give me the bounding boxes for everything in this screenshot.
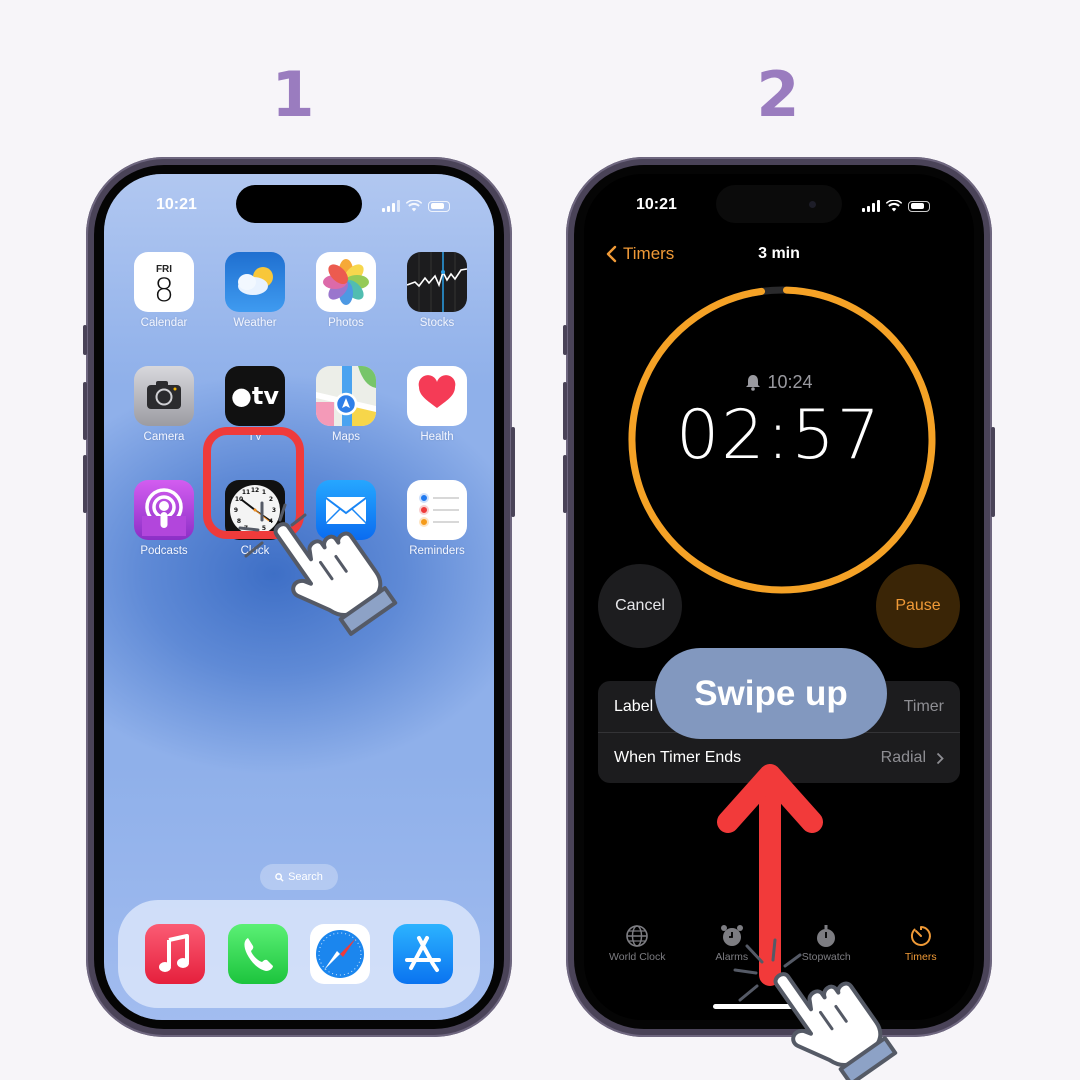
status-bar: 10:21 <box>104 196 494 220</box>
mail-icon <box>316 480 376 540</box>
app-label: Health <box>420 431 454 443</box>
svg-text:5: 5 <box>262 525 266 532</box>
svg-text:1: 1 <box>262 489 266 496</box>
app-health[interactable]: Health <box>407 366 467 443</box>
search-icon <box>275 872 284 882</box>
calendar-icon: FRI 8 <box>134 252 194 312</box>
status-time: 10:21 <box>636 196 677 213</box>
app-label: Stocks <box>419 317 455 329</box>
app-store-icon[interactable] <box>392 924 453 984</box>
health-icon <box>407 366 467 426</box>
alarm-clock-icon <box>720 925 743 946</box>
app-label: Maps <box>331 431 361 443</box>
app-label: Weather <box>233 317 277 329</box>
phone-home-screen: 10:21 FRI 8 Calendar Weather Photos Stoc… <box>83 157 515 1037</box>
cancel-button[interactable]: Cancel <box>598 564 682 648</box>
app-grid: FRI 8 Calendar Weather Photos Stocks Cam… <box>134 252 474 557</box>
timer-icon <box>910 926 931 946</box>
home-indicator[interactable] <box>713 1004 845 1009</box>
alarm-end-time: 10:24 <box>584 372 974 393</box>
tab-bar: World Clock Alarms Stopwatch Timers <box>584 924 974 974</box>
app-label: Clock <box>240 545 270 557</box>
tab-world-clock[interactable]: World Clock <box>597 924 677 974</box>
app-podcasts[interactable]: Podcasts <box>134 480 194 557</box>
podcasts-icon <box>134 480 194 540</box>
pause-button[interactable]: Pause <box>876 564 960 648</box>
app-stocks[interactable]: Stocks <box>407 252 467 329</box>
globe-icon <box>626 925 649 947</box>
tv-icon: ●tv <box>225 366 285 426</box>
stocks-icon <box>407 252 467 312</box>
app-photos[interactable]: Photos <box>316 252 376 329</box>
app-reminders[interactable]: Reminders <box>407 480 467 557</box>
timer-screen: 10:21 Timers 3 min 10:24 02:57 Cancel Pa… <box>584 174 974 1020</box>
app-label: Photos <box>328 317 364 329</box>
svg-text:6: 6 <box>253 528 257 535</box>
when-timer-ends-row[interactable]: When Timer Ends Radial <box>598 732 960 783</box>
sound-value: Radial <box>880 749 926 766</box>
safari-icon[interactable] <box>310 924 371 984</box>
weather-icon <box>225 252 285 312</box>
app-clock[interactable]: 121234567891011 Clock <box>225 480 285 557</box>
app-label: Reminders <box>409 545 465 557</box>
wifi-icon <box>406 200 422 212</box>
app-maps[interactable]: Maps <box>316 366 376 443</box>
signal-icon <box>382 200 400 212</box>
app-calendar[interactable]: FRI 8 Calendar <box>134 252 194 329</box>
tab-alarms[interactable]: Alarms <box>692 924 772 974</box>
app-mail[interactable]: Mail <box>316 480 376 557</box>
clock-icon: 121234567891011 <box>225 480 285 540</box>
battery-icon <box>908 200 930 212</box>
search-label: Search <box>288 871 323 883</box>
svg-text:7: 7 <box>244 525 248 532</box>
page-title: 3 min <box>758 245 800 262</box>
music-icon[interactable] <box>145 924 206 984</box>
dock <box>118 900 480 1008</box>
search-button[interactable]: Search <box>260 864 338 890</box>
countdown-display: 02:57 <box>676 396 882 475</box>
home-screen: 10:21 FRI 8 Calendar Weather Photos Stoc… <box>104 174 494 1020</box>
reminders-icon <box>407 480 467 540</box>
maps-icon <box>316 366 376 426</box>
phone-icon[interactable] <box>227 924 288 984</box>
app-label: Podcasts <box>140 545 188 557</box>
bell-icon <box>746 375 761 391</box>
swipe-up-annotation: Swipe up <box>655 648 887 739</box>
app-weather[interactable]: Weather <box>225 252 285 329</box>
label-value: Timer <box>903 697 944 715</box>
tab-timers[interactable]: Timers <box>881 924 961 974</box>
photos-icon <box>316 252 376 312</box>
svg-text:3: 3 <box>272 507 276 514</box>
status-bar: 10:21 <box>584 196 974 220</box>
svg-text:9: 9 <box>234 507 238 514</box>
phone-timer-screen: 10:21 Timers 3 min 10:24 02:57 Cancel Pa… <box>563 157 995 1037</box>
chevron-right-icon <box>936 752 944 764</box>
nav-bar: Timers 3 min <box>584 244 974 268</box>
app-label: TV <box>247 431 263 443</box>
camera-icon <box>134 366 194 426</box>
battery-icon <box>428 200 450 212</box>
svg-text:12: 12 <box>251 487 259 494</box>
tab-stopwatch[interactable]: Stopwatch <box>786 924 866 974</box>
svg-text:2: 2 <box>269 496 273 503</box>
app-camera[interactable]: Camera <box>134 366 194 443</box>
svg-text:11: 11 <box>242 489 250 496</box>
signal-icon <box>862 200 880 212</box>
status-time: 10:21 <box>156 196 197 213</box>
step-number-1: 1 <box>271 58 315 131</box>
wifi-icon <box>886 200 902 212</box>
stopwatch-icon <box>817 925 836 947</box>
app-tv[interactable]: ●tv TV <box>225 366 285 443</box>
svg-text:8: 8 <box>237 518 241 525</box>
app-label: Mail <box>335 545 357 557</box>
app-label: Calendar <box>140 317 188 329</box>
app-label: Camera <box>143 431 185 443</box>
step-number-2: 2 <box>756 58 800 131</box>
